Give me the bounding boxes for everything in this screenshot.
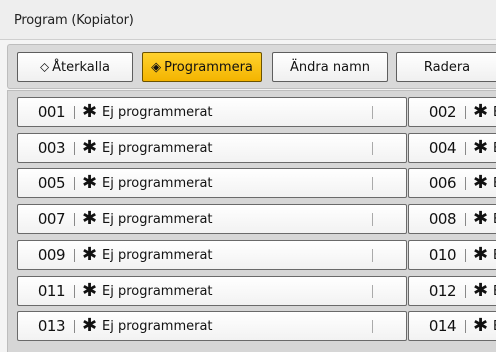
unprogrammed-asterisk-icon: ✱ xyxy=(82,243,98,265)
rename-button-label: Ändra namn xyxy=(290,59,370,75)
unprogrammed-asterisk-icon: ✱ xyxy=(82,315,98,337)
program-name: Ej programmerat xyxy=(102,212,213,228)
program-name: Ej programmerat xyxy=(102,176,213,192)
program-number: 001 xyxy=(37,103,66,121)
separator xyxy=(74,320,75,334)
delete-button[interactable]: Radera xyxy=(396,52,496,82)
program-number: 006 xyxy=(428,174,457,193)
program-number: 007 xyxy=(37,210,66,229)
program-number: 004 xyxy=(428,138,457,157)
unprogrammed-asterisk-icon: ✱ xyxy=(82,279,98,301)
separator xyxy=(465,284,466,298)
program-button-012[interactable]: 012✱Ej programmerat xyxy=(408,275,496,306)
unprogrammed-asterisk-icon: ✱ xyxy=(473,279,489,301)
separator xyxy=(372,141,373,155)
program-button-007[interactable]: 007 ✱ Ej programmerat xyxy=(17,204,407,235)
rename-button[interactable]: Ändra namn xyxy=(272,52,388,82)
separator xyxy=(465,177,466,191)
separator xyxy=(465,320,466,334)
unprogrammed-asterisk-icon: ✱ xyxy=(82,172,98,194)
unprogrammed-asterisk-icon: ✱ xyxy=(473,172,489,194)
program-list: 001✱Ej programmerat002✱Ej programmerat00… xyxy=(7,90,496,352)
program-name: Ej programmerat xyxy=(102,140,213,156)
program-button-003[interactable]: 003 ✱ Ej programmerat xyxy=(17,132,407,163)
separator xyxy=(465,141,466,155)
program-number: 008 xyxy=(428,210,457,229)
recall-arrow-icon: ⬦ xyxy=(40,59,50,75)
unprogrammed-asterisk-icon: ✱ xyxy=(82,101,98,122)
program-number: 010 xyxy=(428,245,457,264)
separator xyxy=(74,248,75,262)
program-button-004[interactable]: 004✱Ej programmerat xyxy=(408,132,496,163)
separator xyxy=(372,248,373,262)
window-title: Program (Kopiator) xyxy=(14,13,134,28)
program-name: Ej programmerat xyxy=(102,283,213,299)
separator xyxy=(372,284,373,298)
separator xyxy=(465,106,466,119)
unprogrammed-asterisk-icon: ✱ xyxy=(473,243,489,265)
title-bar: Program (Kopiator) xyxy=(0,0,496,40)
program-number: 014 xyxy=(428,317,457,336)
separator xyxy=(74,213,75,227)
unprogrammed-asterisk-icon: ✱ xyxy=(473,208,489,230)
unprogrammed-asterisk-icon: ✱ xyxy=(82,208,98,230)
program-diamond-icon: ◈ xyxy=(151,59,162,75)
separator xyxy=(74,106,75,119)
program-button-008[interactable]: 008✱Ej programmerat xyxy=(408,204,496,235)
unprogrammed-asterisk-icon: ✱ xyxy=(473,136,489,158)
program-number: 013 xyxy=(37,317,66,336)
separator xyxy=(372,106,373,119)
program-button-005[interactable]: 005 ✱ Ej programmerat xyxy=(17,168,407,199)
separator xyxy=(74,141,75,155)
program-name: Ej programmerat xyxy=(102,319,213,335)
program-button-011[interactable]: 011 ✱ Ej programmerat xyxy=(17,275,407,306)
program-button-009[interactable]: 009 ✱ Ej programmerat xyxy=(17,239,407,270)
unprogrammed-asterisk-icon: ✱ xyxy=(473,315,489,337)
program-number: 003 xyxy=(37,138,66,157)
separator xyxy=(372,177,373,191)
separator xyxy=(372,213,373,227)
program-button-014[interactable]: 014✱Ej programmerat xyxy=(408,311,496,342)
program-button-013[interactable]: 013 ✱ Ej programmerat xyxy=(17,311,407,342)
program-name: Ej programmerat xyxy=(102,247,213,263)
delete-button-label: Radera xyxy=(423,59,471,75)
program-number: 005 xyxy=(37,174,66,193)
program-button-002[interactable]: 002✱Ej programmerat xyxy=(408,97,496,127)
program-button-001[interactable]: 001 ✱ Ej programmerat xyxy=(17,97,407,127)
toolbar: ⬦ Återkalla ◈ Programmera Ändra namn Rad… xyxy=(7,44,496,89)
program-button[interactable]: ◈ Programmera xyxy=(142,52,262,82)
separator xyxy=(465,248,466,262)
program-button-006[interactable]: 006✱Ej programmerat xyxy=(408,168,496,199)
program-number: 012 xyxy=(428,281,457,300)
recall-button[interactable]: ⬦ Återkalla xyxy=(17,52,133,82)
program-number: 002 xyxy=(428,103,457,121)
recall-button-label: Återkalla xyxy=(52,59,110,75)
separator xyxy=(465,213,466,227)
separator xyxy=(74,284,75,298)
program-button-label: Programmera xyxy=(164,59,253,75)
unprogrammed-asterisk-icon: ✱ xyxy=(82,136,98,158)
program-number: 009 xyxy=(37,245,66,264)
separator xyxy=(372,320,373,334)
program-name: Ej programmerat xyxy=(102,105,213,120)
unprogrammed-asterisk-icon: ✱ xyxy=(473,101,489,122)
program-number: 011 xyxy=(37,281,66,300)
separator xyxy=(74,177,75,191)
program-button-010[interactable]: 010✱Ej programmerat xyxy=(408,239,496,270)
